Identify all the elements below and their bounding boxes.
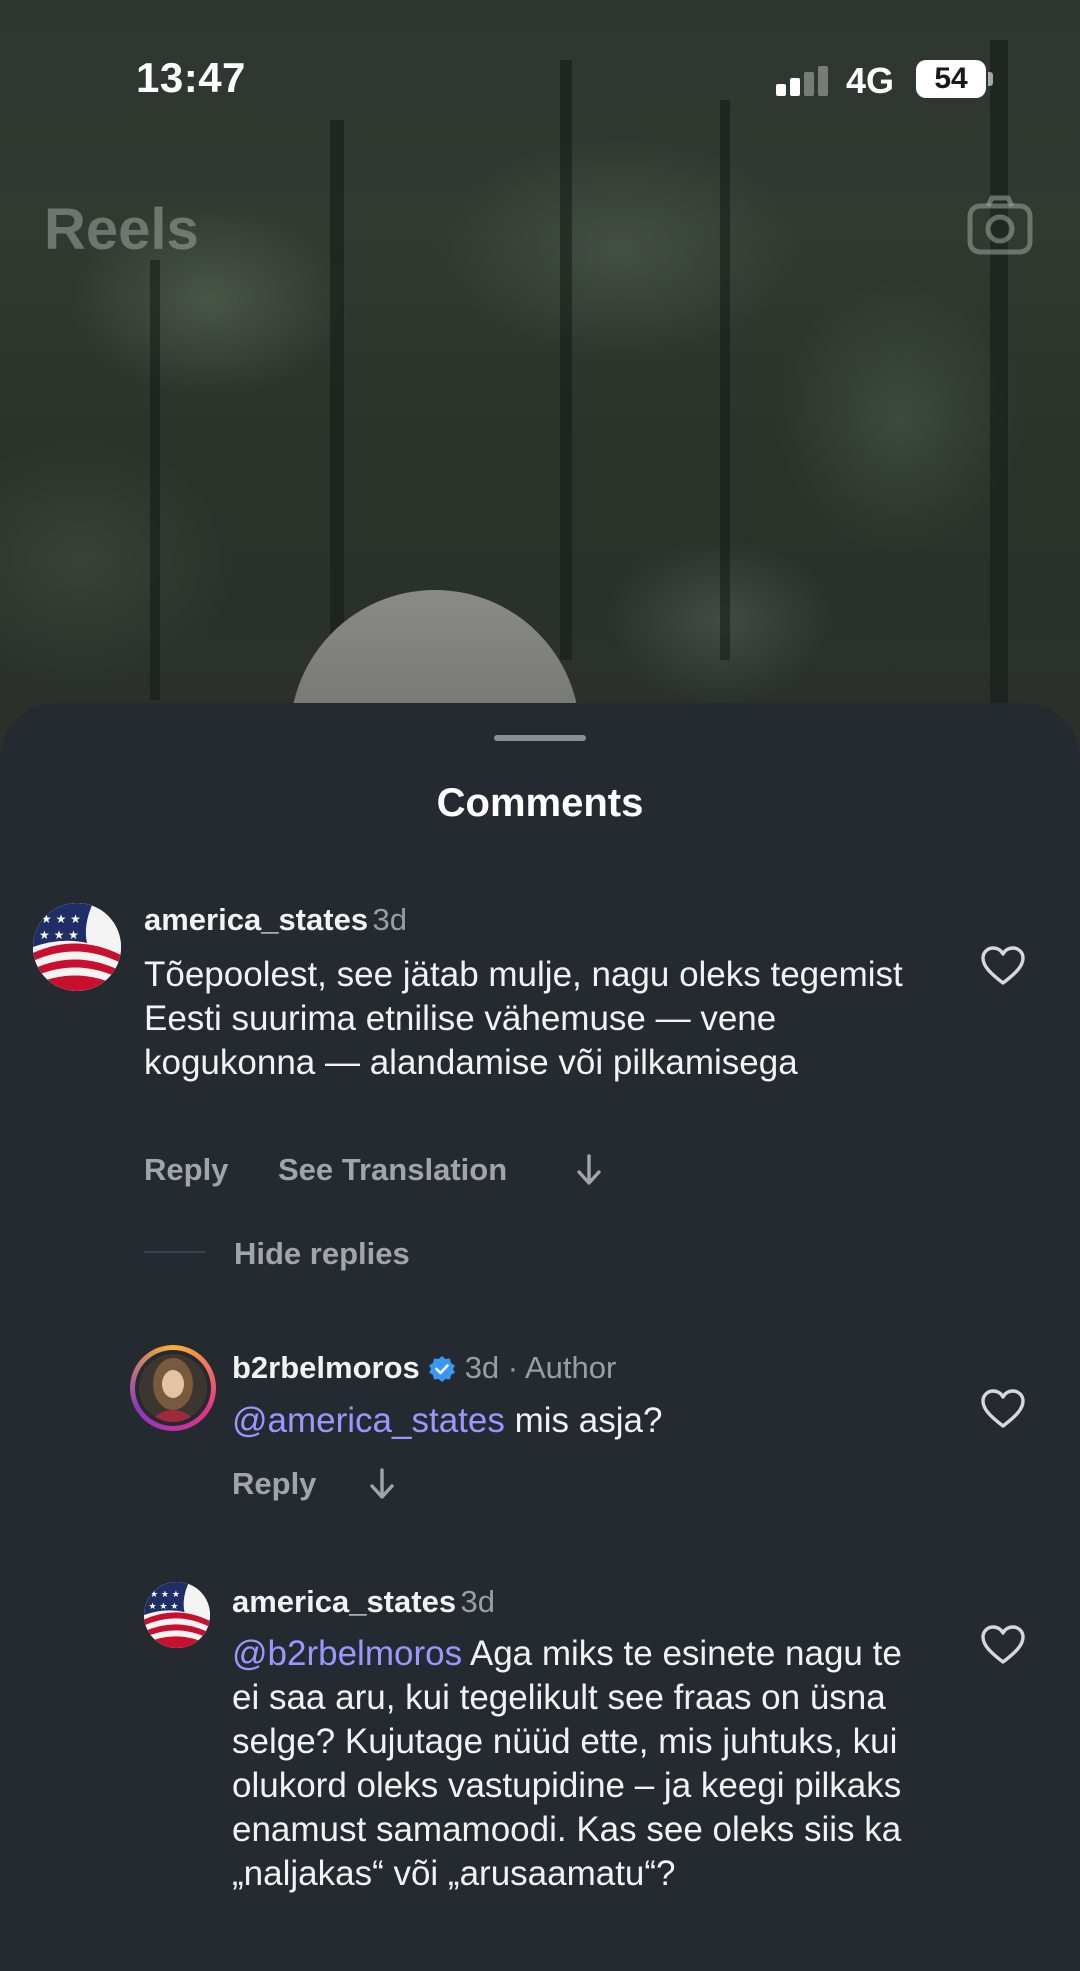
mention-link[interactable]: @b2rbelmoros [232,1634,462,1673]
heart-outline-icon[interactable] [980,945,1026,987]
see-translation-button[interactable]: See Translation [278,1152,507,1188]
down-arrow-icon[interactable] [574,1152,604,1188]
camera-icon[interactable] [966,194,1034,258]
page-title: Reels [44,197,199,262]
reply-username[interactable]: america_states [232,1584,456,1619]
tree-trunk [150,260,160,700]
reply-time: 3d [460,1584,495,1619]
reply-text: @b2rbelmoros Aga miks te esinete nagu te… [232,1632,932,1896]
status-bar: 13:47 4G 54 [0,0,1080,150]
sheet-title: Comments [436,781,644,825]
reels-screen: 13:47 4G 54 Reels Comments ★ ★ ★ ★ ★ ★ a… [0,0,1080,1971]
reply-meta: 3d · Author [464,1350,617,1385]
battery-level: 54 [916,60,986,98]
reply-header: america_states 3d [232,1584,932,1620]
reply-username[interactable]: b2rbelmoros [232,1350,420,1385]
comment-username[interactable]: america_states [144,902,368,937]
svg-text:★ ★ ★: ★ ★ ★ [150,1590,180,1600]
mention-link[interactable]: @america_states [232,1401,505,1440]
heart-outline-icon[interactable] [980,1624,1026,1666]
comment-header: america_states 3d [144,902,944,938]
comment-text: Tõepoolest, see jätab mulje, nagu oleks … [144,955,903,1082]
reply-text: @america_states mis asja? [232,1399,932,1443]
sheet-grabber-handle[interactable] [494,735,586,741]
us-flag-avatar-icon: ★ ★ ★ ★ ★ ★ [33,903,121,991]
replies-divider-line [144,1251,206,1253]
hide-replies-button[interactable]: Hide replies [234,1236,410,1272]
verified-badge-icon [429,1356,456,1382]
svg-text:★ ★ ★: ★ ★ ★ [41,912,81,926]
svg-text:★ ★ ★: ★ ★ ★ [39,928,79,942]
avatar[interactable]: ★ ★ ★ ★ ★ ★ [33,903,121,991]
tree-trunk [560,60,572,660]
reply-body: mis asja? [504,1401,663,1440]
down-arrow-icon[interactable] [367,1466,397,1502]
battery-tip [988,72,993,86]
network-type: 4G [846,60,895,101]
avatar[interactable]: ★ ★ ★ ★ ★ ★ [144,1582,210,1648]
profile-photo-icon [139,1354,207,1422]
heart-outline-icon[interactable] [980,1388,1026,1430]
cellular-signal-icon [776,66,830,96]
story-ring-avatar[interactable] [130,1345,216,1431]
status-time: 13:47 [136,54,246,101]
reply-button[interactable]: Reply [232,1466,316,1502]
comment-time: 3d [372,902,407,937]
tree-trunk [330,120,344,640]
tree-trunk [720,100,730,660]
reply-header: b2rbelmoros 3d · Author [232,1350,932,1386]
svg-text:★ ★ ★: ★ ★ ★ [149,1602,179,1612]
us-flag-avatar-icon: ★ ★ ★ ★ ★ ★ [144,1582,210,1648]
reply-button[interactable]: Reply [144,1152,228,1188]
